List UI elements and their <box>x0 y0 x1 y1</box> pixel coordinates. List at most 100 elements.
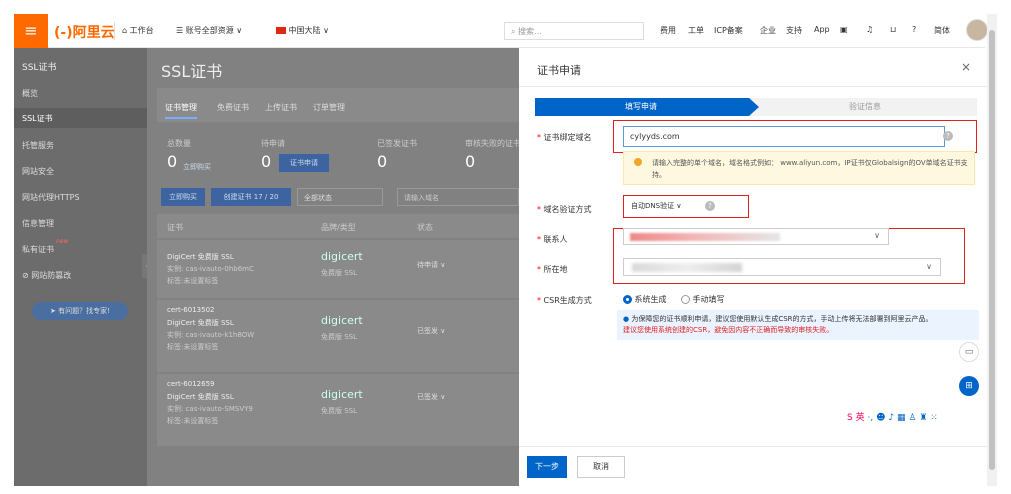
cancel-button[interactable]: 取消 <box>577 456 625 478</box>
contact-value-blurred <box>630 233 780 241</box>
next-button[interactable]: 下一步 <box>527 456 567 478</box>
chevron-down-icon: ∨ <box>676 202 682 210</box>
region-dropdown[interactable]: 中国大陆 ∨ <box>276 25 329 36</box>
avatar[interactable] <box>966 19 988 41</box>
topbar-link-app[interactable]: App <box>814 25 830 34</box>
main-content: SSL证书 证书管理 免费证书 上传证书 订单管理 总数量 0 立即购买 待申请… <box>147 48 521 486</box>
row-type: 免费版 SSL <box>321 333 358 341</box>
csr-option-manual[interactable]: 手动填写 <box>681 294 725 305</box>
step-verify-info: 验证信息 <box>849 102 881 111</box>
step-fill-application: 填写申请 <box>625 102 657 111</box>
create-cert-button[interactable]: 创建证书 17 / 20 <box>211 188 291 206</box>
sidebar-item-info-management[interactable]: 信息管理 <box>22 218 54 229</box>
sidebar: SSL证书 概览 SSL证书 托管服务 网站安全 网站代理HTTPS 信息管理 … <box>14 48 152 486</box>
topbar-link-fee[interactable]: 费用 <box>660 25 676 36</box>
microphone-icon: ♪ <box>888 413 895 423</box>
sidebar-title: SSL证书 <box>22 63 57 73</box>
sidebar-item-ssl[interactable]: SSL证书 <box>22 113 53 124</box>
domain-field-label: * 证书绑定域名 <box>537 133 592 142</box>
digicert-logo: digicert <box>321 314 363 327</box>
china-flag-icon <box>276 27 286 34</box>
sidebar-item-overview[interactable]: 概览 <box>22 88 38 99</box>
feedback-icon[interactable]: ▭ <box>959 342 979 362</box>
apps-icon[interactable]: ⊞ <box>959 376 979 396</box>
workbench-link[interactable]: ⌂ 工作台 <box>122 25 154 36</box>
contact-select[interactable]: ∨ <box>623 228 889 245</box>
bell-icon[interactable]: ♫ <box>866 25 873 34</box>
link-icon: ⊘ <box>22 271 29 280</box>
cart-icon[interactable]: ⊔ <box>890 25 896 34</box>
divider <box>519 446 987 447</box>
global-search-input[interactable]: ⌕ 搜索... <box>504 22 644 40</box>
sidebar-item-hosting[interactable]: 托管服务 <box>22 140 54 151</box>
row-cert-name: DigiCert 免费版 SSL <box>167 253 234 261</box>
send-icon: ➤ <box>50 307 56 315</box>
row-type: 免费版 SSL <box>321 407 358 415</box>
domain-input[interactable]: cylyyds.com <box>623 126 945 147</box>
emoji-icon: ☻ <box>876 413 886 423</box>
location-select[interactable]: ∨ <box>623 258 941 276</box>
sidebar-item-tamper[interactable]: ⊘ 网站防篡改 <box>22 270 71 281</box>
tab-order-management[interactable]: 订单管理 <box>313 102 345 113</box>
menu-icon[interactable]: ≡ <box>14 14 48 48</box>
location-value-blurred <box>632 263 742 272</box>
row-status[interactable]: 待申请 ∨ <box>417 260 445 270</box>
chevron-down-icon: ∨ <box>926 262 932 271</box>
topbar-link-ticket[interactable]: 工单 <box>688 25 704 36</box>
close-icon[interactable]: × <box>961 60 971 74</box>
row-tag: 标签:未设置标签 <box>167 277 219 285</box>
sidebar-item-site-security[interactable]: 网站安全 <box>22 166 54 177</box>
apply-cert-button[interactable]: 证书申请 <box>279 154 329 172</box>
divider <box>114 22 115 40</box>
stat-issued-value: 0 <box>377 152 388 171</box>
buy-now-button[interactable]: 立即购买 <box>161 188 205 206</box>
csr-method-label: * CSR生成方式 <box>537 296 592 305</box>
grid-icon: ⁙ <box>930 413 938 423</box>
row-tag: 标签:未设置标签 <box>167 417 219 425</box>
aliyun-logo[interactable]: (-)阿里云 <box>54 22 115 42</box>
topbar-link-support[interactable]: 支持 <box>786 25 802 36</box>
sidebar-item-proxy-https[interactable]: 网站代理HTTPS <box>22 192 80 203</box>
row-instance: 实例: cas-ivauto-0hb6mC <box>167 265 254 273</box>
help-icon[interactable]: ? <box>912 25 916 34</box>
scrollbar-thumb[interactable] <box>989 30 995 470</box>
language-switch[interactable]: 简体 <box>934 25 950 36</box>
account-resources-dropdown[interactable]: ☰ 账号全部资源 ∨ <box>176 25 242 36</box>
topbar-link-enterprise[interactable]: 企业 <box>760 25 776 36</box>
question-icon[interactable]: ? <box>705 201 715 211</box>
stat-issued-label: 已签发证书 <box>377 139 417 148</box>
digicert-logo: digicert <box>321 388 363 401</box>
col-cert: 证书 <box>167 223 183 232</box>
help-expert-button[interactable]: ➤ 有问题？找专家! <box>32 302 128 320</box>
contact-label: * 联系人 <box>537 235 568 244</box>
radio-unchecked-icon[interactable] <box>681 295 690 304</box>
chevron-down-icon: ∨ <box>874 231 880 240</box>
user-icon: ♙ <box>908 413 917 423</box>
stat-pending-label: 待申请 <box>261 139 285 148</box>
tab-free-cert[interactable]: 免费证书 <box>217 102 249 113</box>
cert-apply-drawer: 证书申请 × 填写申请 验证信息 * 证书绑定域名 cylyyds.com ? … <box>519 48 987 486</box>
punctuation-icon: ·, <box>867 413 874 423</box>
status-filter-select[interactable]: 全部状态 <box>297 188 383 206</box>
row-cert-name: DigiCert 免费版 SSL <box>167 393 234 401</box>
row-status[interactable]: 已签发 ∨ <box>417 326 445 336</box>
terminal-icon[interactable]: ▣ <box>840 25 848 34</box>
home-icon: ⌂ <box>122 26 128 35</box>
topbar-link-icp[interactable]: ICP备案 <box>714 25 743 36</box>
tab-upload-cert[interactable]: 上传证书 <box>265 102 297 113</box>
row-status[interactable]: 已签发 ∨ <box>417 392 445 402</box>
radio-checked-icon[interactable] <box>623 295 632 304</box>
domain-search-input[interactable]: 请输入域名 <box>397 188 519 206</box>
row-cert-id: cert-6012659 <box>167 380 215 388</box>
csr-option-system[interactable]: 系统生成 <box>623 294 667 305</box>
ime-toolbar[interactable]: S 英 ·, ☻ ♪ ▦ ♙ ♜ ⁙ <box>847 410 987 426</box>
stat-failed-value: 0 <box>465 152 476 171</box>
verify-method-select[interactable]: 自动DNS验证 ∨ <box>627 199 699 215</box>
row-cert-id: cert-6013502 <box>167 306 215 314</box>
buy-now-link[interactable]: 立即购买 <box>183 162 211 172</box>
sidebar-item-private-cert[interactable]: 私有证书 <box>22 244 54 255</box>
tab-cert-management[interactable]: 证书管理 <box>165 102 197 119</box>
stat-failed-label: 审核失败的证书 <box>465 139 521 148</box>
question-icon[interactable]: ? <box>943 131 953 141</box>
row-type: 免费版 SSL <box>321 269 358 277</box>
